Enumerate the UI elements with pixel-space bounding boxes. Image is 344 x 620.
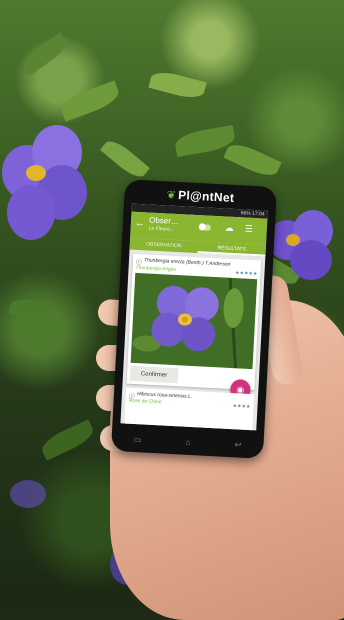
- cloud-upload-icon[interactable]: ☁: [225, 222, 235, 233]
- recent-apps-icon[interactable]: ▭: [134, 435, 142, 444]
- home-icon[interactable]: ⌂: [185, 438, 190, 447]
- purple-flower: [10, 480, 50, 510]
- battery-level: 66%: [240, 210, 251, 217]
- leaf: [100, 136, 150, 182]
- purple-flower: [268, 210, 338, 280]
- plant-photo[interactable]: [130, 272, 258, 370]
- system-nav-bar: ▭ ⌂ ↩: [111, 434, 263, 451]
- rating-stars: ★★★★★: [234, 270, 258, 278]
- purple-flower: [2, 125, 92, 245]
- common-name: Thunbergia érigée: [135, 264, 177, 273]
- result-card[interactable]: ⓘ Thunbergia erecta (Benth.) T.Anderson …: [126, 253, 262, 391]
- back-nav-icon[interactable]: ↩: [234, 440, 241, 449]
- page-title: Obser…: [148, 215, 180, 227]
- clock: 17:04: [251, 210, 265, 218]
- toggle-switch[interactable]: [198, 224, 211, 231]
- leaf: [148, 68, 207, 102]
- smartphone: ❦Pl@ntNet 66% 17:04 ← Obser… Le Fleuro… …: [110, 179, 278, 459]
- leaf: [8, 296, 52, 322]
- flower-photo-svg: [130, 272, 258, 370]
- leaf-logo-icon: ❦: [166, 189, 177, 202]
- common-name: Rose de Chine: [128, 397, 162, 406]
- result-card[interactable]: ⓘ Hibiscus rosa-sinensis L. Rose de Chin…: [124, 387, 255, 431]
- app-screen: 66% 17:04 ← Obser… Le Fleuro… ☁ ☰ OBSERV…: [120, 203, 268, 431]
- leaf: [19, 32, 71, 76]
- leaf: [38, 419, 97, 461]
- filter-icon[interactable]: ☰: [244, 224, 254, 235]
- arrow-left-icon[interactable]: ←: [135, 218, 146, 230]
- page-subtitle: Le Fleuro…: [148, 225, 175, 233]
- confirm-button[interactable]: Confirmer: [129, 365, 179, 384]
- leaf: [223, 139, 282, 181]
- rating-stars: ★★★★: [232, 403, 251, 411]
- leaf: [58, 80, 122, 122]
